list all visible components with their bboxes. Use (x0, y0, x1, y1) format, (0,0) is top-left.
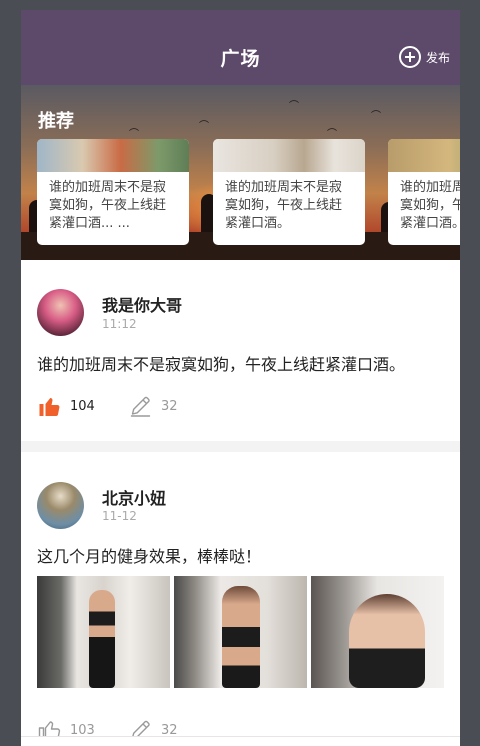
like-count: 104 (70, 398, 95, 414)
post-timestamp: 11-12 (102, 509, 137, 523)
feed-post[interactable]: 我是你大哥 11:12 谁的加班周末不是寂寞如狗，午夜上线赶紧灌口酒。 104 … (21, 260, 460, 441)
recommend-banner: ⌒ ⌒ ⌒ ⌒ ⌒ 推荐 谁的加班周末不是寂寞如狗，午夜上线赶紧灌口酒... .… (21, 85, 460, 260)
plus-circle-icon (398, 46, 421, 68)
like-button[interactable]: 104 (37, 394, 95, 418)
post-content: 这几个月的健身效果，棒棒哒！ (37, 547, 262, 566)
post-photo[interactable] (37, 576, 170, 688)
bird-silhouette-icon: ⌒ (289, 101, 299, 112)
comment-count: 32 (161, 398, 178, 414)
app-screen: 广场 发布 ⌒ ⌒ ⌒ ⌒ ⌒ 推荐 谁的加班周末不是寂寞如狗，午夜上线赶紧灌口… (21, 10, 460, 746)
avatar[interactable] (37, 289, 84, 336)
post-photo[interactable] (311, 576, 444, 688)
recommend-card-image (37, 139, 189, 172)
recommend-card[interactable]: 谁的加班周末不是寂寞如狗，午夜上线赶紧灌口酒。 (213, 139, 365, 245)
recommend-card-image (388, 139, 460, 172)
comment-button[interactable]: 32 (128, 394, 178, 418)
post-timestamp: 11:12 (102, 317, 137, 331)
recommend-title: 推荐 (38, 111, 74, 132)
post-content: 谁的加班周末不是寂寞如狗，午夜上线赶紧灌口酒。 (37, 355, 406, 374)
bird-silhouette-icon: ⌒ (327, 129, 337, 140)
top-bar: 广场 发布 (21, 10, 460, 85)
post-photo[interactable] (174, 576, 307, 688)
publish-label: 发布 (425, 50, 450, 65)
post-username[interactable]: 我是你大哥 (102, 292, 182, 316)
avatar[interactable] (37, 482, 84, 529)
recommend-card-text: 谁的加班周末不是寂寞如狗，午夜上线赶紧灌口酒。 (225, 180, 343, 231)
recommend-card[interactable]: 谁的加班周末不是寂寞如狗，午夜上线赶紧灌口酒... ... (37, 139, 189, 245)
recommend-card[interactable]: 谁的加班周末不是寂寞如狗，午夜上线赶紧灌口酒。 (388, 139, 460, 245)
bird-silhouette-icon: ⌒ (199, 121, 209, 132)
thumbs-up-icon (39, 397, 60, 417)
recommend-card-text: 谁的加班周末不是寂寞如狗，午夜上线赶紧灌口酒。 (400, 180, 460, 231)
bird-silhouette-icon: ⌒ (129, 129, 139, 140)
recommend-card-text: 谁的加班周末不是寂寞如狗，午夜上线赶紧灌口酒... ... (49, 180, 167, 231)
publish-button[interactable]: 发布 (398, 46, 450, 68)
page-title: 广场 (220, 48, 261, 70)
recommend-card-image (213, 139, 365, 172)
bottom-tab-bar (21, 736, 460, 746)
pencil-icon (130, 396, 151, 417)
bird-silhouette-icon: ⌒ (371, 111, 381, 122)
post-username[interactable]: 北京小妞 (102, 485, 166, 509)
